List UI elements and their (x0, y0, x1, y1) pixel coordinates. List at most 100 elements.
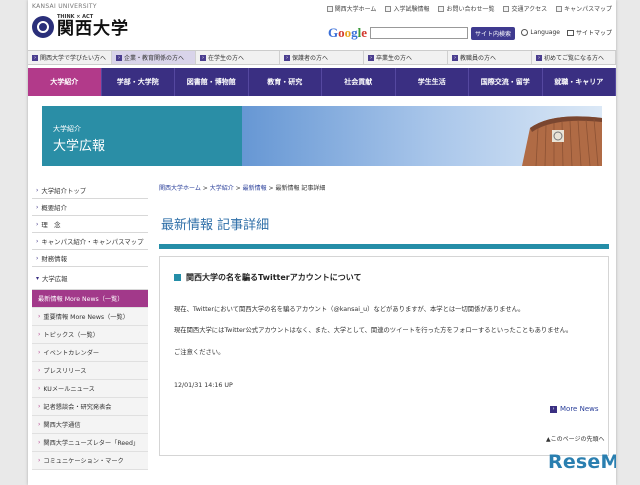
audience-tab-label[interactable]: 関西大学で学びたい方へ (40, 53, 106, 62)
audience-tab[interactable]: › 保護者の方へ (280, 51, 364, 64)
sidebar-subitem-label[interactable]: 重要情報 More News（一覧） (43, 312, 129, 321)
bullet-icon: › (36, 220, 39, 228)
bullet-icon: › (38, 385, 41, 392)
bullet-icon: › (36, 203, 39, 211)
main-nav-item[interactable]: 国際交流・留学 (469, 68, 543, 96)
sidebar-subitem-label[interactable]: 記者懇談会・研究発表会 (43, 402, 111, 411)
logo-name: 関西大学 (57, 19, 129, 39)
audience-tab[interactable]: › 教職員の方へ (448, 51, 532, 64)
sidebar-subitem-label[interactable]: プレスリリース (43, 366, 86, 375)
university-en-label: KANSAI UNIVERSITY (32, 3, 97, 10)
main-nav-item[interactable]: 図書館・博物館 (175, 68, 249, 96)
sitemap-label[interactable]: サイトマップ (576, 28, 612, 37)
main-nav-item[interactable]: 社会貢献 (322, 68, 396, 96)
bullet-icon: › (38, 349, 41, 356)
sidebar-item-label[interactable]: 理 念 (41, 220, 60, 229)
sidebar-subitem[interactable]: › プレスリリース (32, 362, 148, 380)
audience-tab-label[interactable]: 在学生の方へ (208, 53, 244, 62)
breadcrumb-link[interactable]: 関西大学ホーム (159, 185, 201, 192)
audience-tab[interactable]: › 在学生の方へ (196, 51, 280, 64)
sidebar-subitem[interactable]: › トピックス（一覧） (32, 326, 148, 344)
sidebar-item-label[interactable]: 大学紹介トップ (41, 186, 86, 195)
page-top-label[interactable]: このページの先頭へ (551, 436, 605, 443)
sidebar-item[interactable]: › 概要紹介 (32, 199, 148, 216)
language-label[interactable]: Language (530, 29, 560, 36)
audience-tab[interactable]: › 卒業生の方へ (364, 51, 448, 64)
square-icon (385, 5, 392, 12)
university-logo[interactable]: THINK × ACT 関西大学 (32, 15, 129, 38)
sidebar-subitem[interactable]: › KUメールニュース (32, 380, 148, 398)
audience-tab-label[interactable]: 初めてご覧になる方へ (544, 53, 604, 62)
sidebar-subitem[interactable]: 最新情報 More News（一覧） (32, 290, 148, 308)
audience-tab[interactable]: › 関西大学で学びたい方へ (28, 51, 112, 64)
breadcrumb: 関西大学ホーム > 大学紹介 > 最新情報 > 最新情報 記事詳細 (159, 183, 325, 192)
sidebar-item[interactable]: › キャンパス紹介・キャンパスマップ (32, 233, 148, 250)
util-link-label[interactable]: 交通アクセス (511, 4, 547, 13)
page-top-link[interactable]: ▲このページの先頭へ (546, 434, 605, 443)
util-link-admission[interactable]: 入学試験情報 (385, 4, 429, 13)
sidebar-subitem-label[interactable]: イベントカレンダー (43, 348, 99, 357)
bullet-icon: › (38, 331, 41, 338)
util-link-label[interactable]: 入学試験情報 (393, 4, 429, 13)
sidebar-subitem-label[interactable]: KUメールニュース (43, 384, 94, 393)
main-nav-item[interactable]: 学生生活 (396, 68, 469, 96)
breadcrumb-link[interactable]: 大学紹介 (210, 185, 234, 192)
bullet-icon: › (38, 403, 41, 410)
util-link-contact[interactable]: お問い合わせ一覧 (438, 4, 494, 13)
search-input[interactable] (370, 27, 469, 39)
util-link-campusmap[interactable]: キャンパスマップ (556, 4, 612, 13)
sidebar-section-label[interactable]: 大学広報 (42, 274, 68, 283)
bullet-icon: › (36, 254, 39, 262)
util-link-home[interactable]: 関西大学ホーム (326, 4, 377, 13)
sidebar-subitem-label[interactable]: コミュニケーション・マーク (43, 456, 123, 465)
main-nav-item[interactable]: 教育・研究 (249, 68, 322, 96)
util-link-label[interactable]: キャンパスマップ (564, 4, 612, 13)
square-icon (326, 5, 333, 12)
more-news-label[interactable]: More News (560, 405, 599, 413)
more-news-link[interactable]: › More News (550, 405, 599, 413)
main-nav-item[interactable]: 大学紹介 (28, 68, 102, 96)
sidebar-subitem[interactable]: › 重要情報 More News（一覧） (32, 308, 148, 326)
sidebar-subitem[interactable]: › 関西大学通信 (32, 416, 148, 434)
breadcrumb-link[interactable]: 最新情報 (243, 185, 267, 192)
square-icon (556, 5, 563, 12)
sidebar-subitem[interactable]: › 記者懇談会・研究発表会 (32, 398, 148, 416)
audience-tab-label[interactable]: 保護者の方へ (292, 53, 328, 62)
sidebar-subitem-label[interactable]: 関西大学通信 (43, 420, 80, 429)
sidebar-item[interactable]: › 大学紹介トップ (32, 182, 148, 199)
sidebar-subitem-label[interactable]: 関西大学ニューズレター「Reed」 (43, 438, 139, 447)
main-nav-item[interactable]: 就職・キャリア (543, 68, 616, 96)
sidebar-item-label[interactable]: 概要紹介 (41, 203, 67, 212)
sidebar-subitem[interactable]: › イベントカレンダー (32, 344, 148, 362)
main-nav-item[interactable]: 学部・大学院 (102, 68, 175, 96)
audience-tab[interactable]: › 初めてご覧になる方へ (532, 51, 616, 64)
util-link-label[interactable]: お問い合わせ一覧 (446, 4, 494, 13)
sidebar-subitem-label[interactable]: トピックス（一覧） (43, 330, 99, 339)
language-link[interactable]: Language (521, 28, 560, 37)
audience-tabs: › 関西大学で学びたい方へ › 企業・教育関係の方へ › 在学生の方へ › 保護者の方へ… (28, 50, 616, 65)
arrow-right-icon: › (116, 54, 122, 61)
util-link-label[interactable]: 関西大学ホーム (335, 4, 377, 13)
audience-tab[interactable]: › 企業・教育関係の方へ (112, 51, 196, 64)
audience-tab-label[interactable]: 教職員の方へ (460, 53, 496, 62)
audience-tab-label[interactable]: 卒業生の方へ (376, 53, 412, 62)
audience-tab-label[interactable]: 企業・教育関係の方へ (124, 53, 184, 62)
search-button[interactable]: サイト内検索 (471, 26, 516, 40)
sidebar-item-label[interactable]: キャンパス紹介・キャンパスマップ (41, 237, 143, 246)
article-paragraph: 現在、Twitterにおいて関西大学の名を騙るアカウント（@kansai_u）な… (174, 306, 525, 313)
site-search: Google サイト内検索 (328, 25, 516, 41)
arrow-right-icon: › (550, 405, 557, 413)
util-link-access[interactable]: 交通アクセス (503, 4, 547, 13)
sidebar-subitem[interactable]: › コミュニケーション・マーク (32, 452, 148, 470)
sidebar-subitem[interactable]: › 関西大学ニューズレター「Reed」 (32, 434, 148, 452)
building-image (522, 116, 602, 166)
bullet-icon: › (38, 439, 41, 446)
sidebar-section[interactable]: ▾ 大学広報 (32, 267, 148, 290)
sidebar-item-label[interactable]: 財務情報 (41, 254, 67, 263)
sidebar-item[interactable]: › 理 念 (32, 216, 148, 233)
article-paragraph: ご注意ください。 (174, 349, 225, 356)
arrow-right-icon: › (200, 54, 206, 61)
sidebar-item[interactable]: › 財務情報 (32, 250, 148, 267)
sidebar-subitem-label[interactable]: 最新情報 More News（一覧） (38, 294, 124, 303)
sitemap-link[interactable]: サイトマップ (566, 28, 612, 37)
